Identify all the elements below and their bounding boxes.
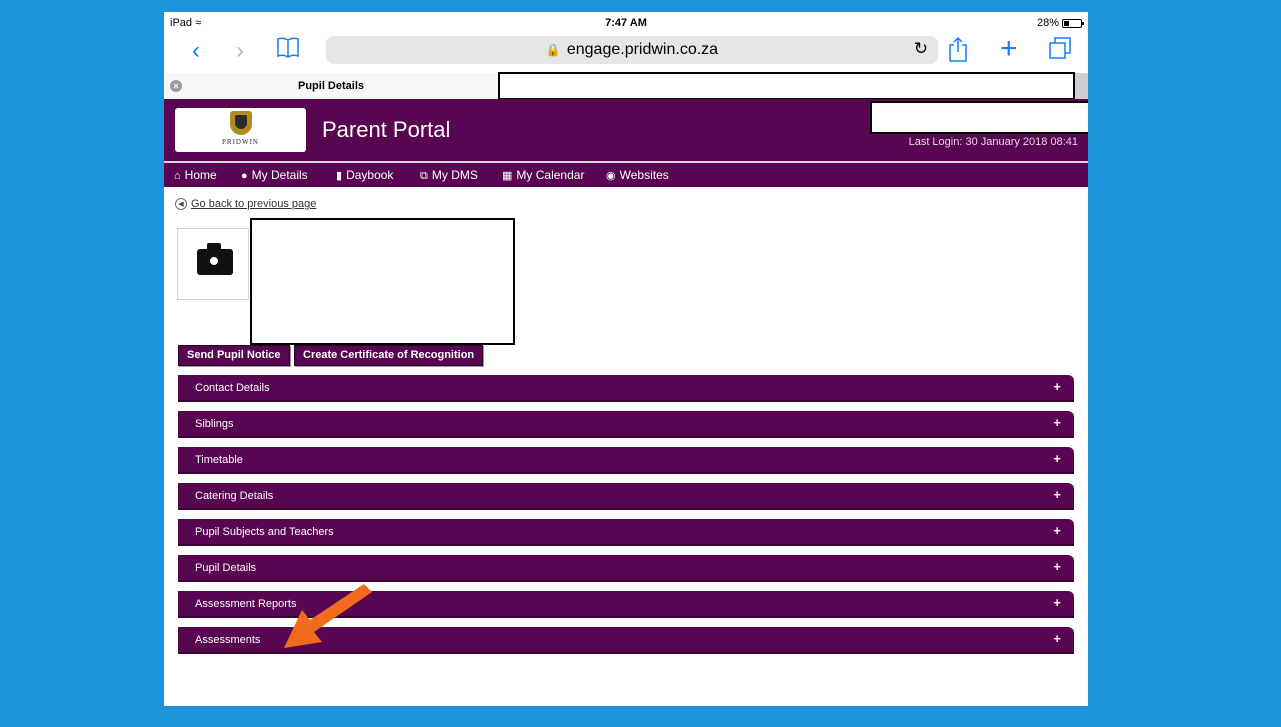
section-siblings[interactable]: Siblings +	[178, 411, 1074, 438]
crest-icon	[230, 111, 252, 135]
calendar-icon: ▦	[502, 170, 513, 182]
expand-icon[interactable]: +	[1053, 451, 1061, 466]
section-label: Siblings	[195, 418, 234, 430]
section-timetable[interactable]: Timetable +	[178, 447, 1074, 474]
book-icon: ▮	[336, 170, 343, 182]
redaction-box	[870, 101, 1088, 134]
expand-icon[interactable]: +	[1053, 595, 1061, 610]
redaction-box	[250, 218, 515, 345]
nav-label: My Details	[251, 168, 308, 182]
expand-icon[interactable]: +	[1053, 487, 1061, 502]
expand-icon[interactable]: +	[1053, 559, 1061, 574]
section-label: Timetable	[195, 454, 243, 466]
nav-my-dms[interactable]: ⧉ My DMS	[420, 168, 478, 183]
nav-label: Home	[184, 168, 217, 182]
create-certificate-button[interactable]: Create Certificate of Recognition	[294, 345, 484, 366]
logo-text: PRIDWIN	[222, 138, 259, 146]
home-icon: ⌂	[174, 170, 181, 182]
back-link[interactable]: ◀ Go back to previous page	[175, 198, 316, 210]
nav-label: Daybook	[346, 168, 394, 182]
expand-icon[interactable]: +	[1053, 415, 1061, 430]
user-icon: ●	[241, 170, 248, 182]
tabs-icon[interactable]	[1048, 36, 1072, 68]
back-icon[interactable]: ‹	[192, 36, 200, 66]
bookmarks-icon[interactable]	[276, 36, 300, 66]
section-label: Pupil Details	[195, 562, 257, 574]
new-tab-icon[interactable]: +	[1000, 34, 1018, 64]
address-bar[interactable]: 🔒 engage.pridwin.co.za ↻	[326, 36, 938, 64]
back-link-text: Go back to previous page	[191, 198, 317, 210]
section-catering-details[interactable]: Catering Details +	[178, 483, 1074, 510]
pupil-photo	[177, 228, 249, 300]
section-contact-details[interactable]: Contact Details +	[178, 375, 1074, 402]
status-bar: iPad ≈ 7:47 AM 28%	[164, 12, 1088, 34]
reload-icon[interactable]: ↻	[914, 39, 928, 59]
back-arrow-icon: ◀	[175, 198, 187, 210]
last-login: Last Login: 30 January 2018 08:41	[908, 136, 1078, 148]
documents-icon: ⧉	[420, 170, 428, 182]
tab-pupil-details[interactable]: × Pupil Details	[164, 73, 498, 99]
nav-home[interactable]: ⌂ Home	[174, 168, 217, 182]
nav-daybook[interactable]: ▮ Daybook	[336, 168, 393, 182]
section-label: Pupil Subjects and Teachers	[195, 526, 334, 538]
nav-my-details[interactable]: ● My Details	[241, 168, 308, 182]
section-pupil-details[interactable]: Pupil Details +	[178, 555, 1074, 582]
forward-icon[interactable]: ›	[236, 36, 244, 66]
nav-label: Websites	[619, 168, 669, 182]
section-label: Assessments	[195, 634, 261, 646]
camera-icon	[197, 243, 233, 275]
redaction-box	[498, 72, 1075, 100]
lock-icon: 🔒	[545, 43, 561, 57]
url-text: engage.pridwin.co.za	[566, 41, 719, 58]
section-label: Contact Details	[195, 382, 270, 394]
expand-icon[interactable]: +	[1053, 631, 1061, 646]
nav-websites[interactable]: ◉ Websites	[606, 168, 669, 182]
battery-percent: 28%	[1036, 17, 1059, 29]
send-pupil-notice-button[interactable]: Send Pupil Notice	[178, 345, 290, 366]
annotation-arrow-icon	[284, 584, 372, 648]
expand-icon[interactable]: +	[1053, 379, 1061, 394]
share-icon[interactable]	[948, 36, 968, 70]
battery-status: 28%	[1036, 17, 1084, 29]
tab-title: Pupil Details	[297, 80, 365, 92]
battery-icon	[1062, 18, 1084, 28]
nav-my-calendar[interactable]: ▦ My Calendar	[502, 168, 584, 182]
nav-label: My Calendar	[516, 168, 585, 182]
globe-icon: ◉	[606, 170, 616, 182]
clock: 7:47 AM	[605, 17, 647, 29]
section-label: Catering Details	[195, 490, 274, 502]
portal-title: Parent Portal	[322, 117, 451, 142]
main-nav: ⌂ Home ● My Details ▮ Daybook ⧉ My DMS ▦ My C…	[164, 163, 1088, 187]
section-pupil-subjects-teachers[interactable]: Pupil Subjects and Teachers +	[178, 519, 1074, 546]
school-logo[interactable]: PRIDWIN	[175, 108, 306, 152]
expand-icon[interactable]: +	[1053, 523, 1061, 538]
close-tab-icon[interactable]: ×	[170, 80, 182, 92]
nav-label: My DMS	[431, 168, 478, 182]
